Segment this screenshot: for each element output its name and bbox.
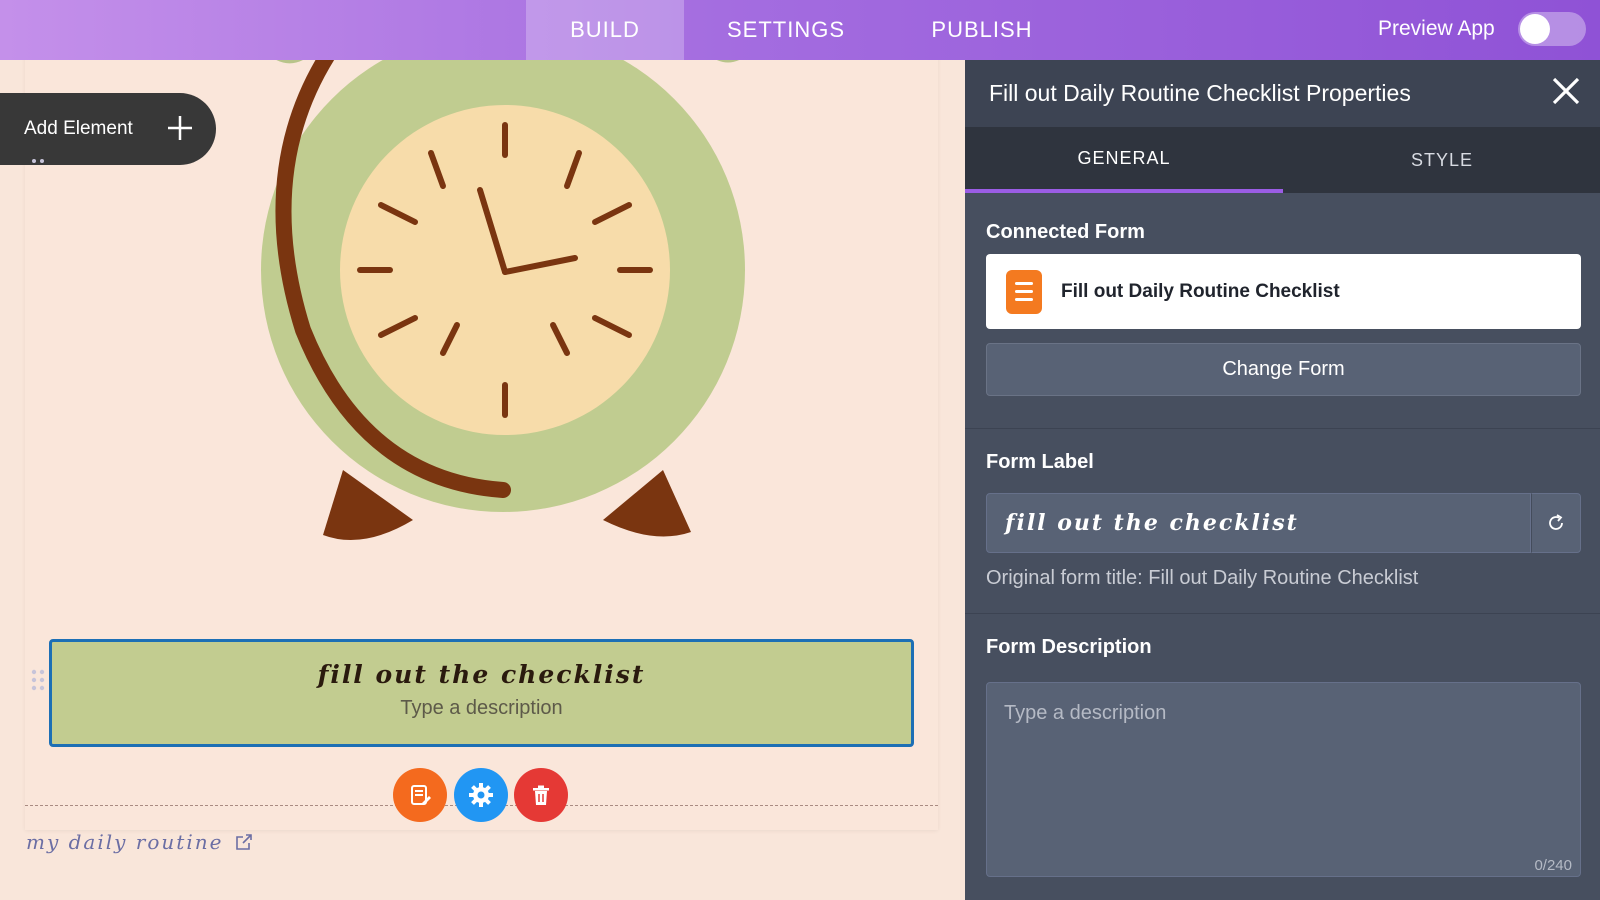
connected-form-label: Connected Form [986,221,1145,243]
tab-general[interactable]: GENERAL [965,127,1283,193]
tab-settings[interactable]: SETTINGS [700,0,872,60]
external-link-icon[interactable] [235,833,253,851]
form-document-icon [1006,269,1042,314]
delete-element-button[interactable] [514,768,568,822]
gear-icon [469,783,493,807]
builder-canvas: Add Element fill out the checklist Type … [0,60,965,900]
trash-icon [533,785,549,805]
reset-label-button[interactable] [1531,493,1581,553]
preview-app-toggle[interactable] [1518,12,1586,46]
original-title-hint: Original form title: Fill out Daily Rout… [986,567,1419,589]
edit-form-button[interactable] [393,768,447,822]
page-name-label[interactable]: my daily routine [26,830,253,854]
page-name-text: my daily routine [26,830,224,854]
preview-app-label: Preview App [1378,17,1495,40]
drag-handle-icon[interactable] [31,158,45,170]
top-navigation-bar: BUILD SETTINGS PUBLISH Preview App [0,0,1600,60]
form-label-heading: Form Label [986,451,1094,473]
panel-header: Fill out Daily Routine Checklist Propert… [965,60,1600,127]
toggle-knob [1520,14,1550,44]
properties-panel: Fill out Daily Routine Checklist Propert… [965,60,1600,900]
add-element-label: Add Element [24,118,133,139]
connected-form-selector[interactable]: Fill out Daily Routine Checklist [986,254,1581,329]
element-settings-button[interactable] [454,768,508,822]
panel-title: Fill out Daily Routine Checklist Propert… [989,80,1411,106]
form-label-input[interactable]: fill out the checklist [986,493,1531,553]
section-divider [965,428,1600,429]
form-description-heading: Form Description [986,636,1152,658]
character-counter: 0/240 [1534,857,1572,874]
description-placeholder: Type a description [1004,702,1167,724]
panel-tabs: GENERAL STYLE [965,127,1600,193]
plus-icon [168,116,192,140]
tab-style[interactable]: STYLE [1283,127,1600,193]
form-element[interactable]: fill out the checklist Type a descriptio… [49,639,914,747]
refresh-icon [1549,514,1563,530]
edit-form-icon [411,785,431,805]
add-element-button[interactable]: Add Element [0,93,216,165]
connected-form-name: Fill out Daily Routine Checklist [1061,280,1340,302]
close-icon[interactable] [1551,76,1581,106]
drag-handle-icon[interactable] [31,669,45,691]
form-element-title: fill out the checklist [317,660,646,689]
form-description-textarea[interactable]: Type a description 0/240 [986,682,1581,877]
tab-build[interactable]: BUILD [526,0,684,60]
alarm-clock-image [261,60,745,540]
tab-publish[interactable]: PUBLISH [900,0,1064,60]
section-divider [965,613,1600,614]
change-form-button[interactable]: Change Form [986,343,1581,396]
form-element-description: Type a description [400,697,563,719]
